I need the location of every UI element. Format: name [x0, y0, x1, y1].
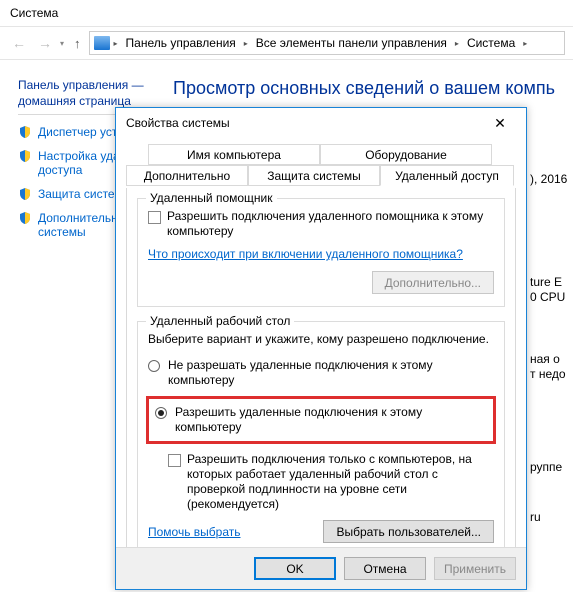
partial-text: ru — [530, 510, 541, 524]
shield-icon — [18, 125, 32, 139]
chevron-right-icon: ▸ — [455, 39, 459, 48]
cancel-button[interactable]: Отмена — [344, 557, 426, 580]
tab-advanced[interactable]: Дополнительно — [126, 165, 248, 186]
breadcrumb[interactable]: Панель управления — [122, 34, 240, 52]
checkbox-label: Разрешить подключения только с компьютер… — [187, 452, 494, 512]
breadcrumb[interactable]: Система — [463, 34, 519, 52]
radio-deny-connections[interactable]: Не разрешать удаленные подключения к это… — [148, 358, 494, 388]
radio-icon — [148, 360, 160, 372]
history-dropdown-icon[interactable]: ▾ — [60, 39, 64, 48]
partial-text: ture E — [530, 275, 562, 289]
select-users-button[interactable]: Выбрать пользователей... — [323, 520, 494, 543]
parent-window-title: Система — [0, 0, 573, 26]
checkbox-label: Разрешить подключения удаленного помощни… — [167, 209, 494, 239]
group-description: Выберите вариант и укажите, кому разреше… — [148, 332, 494, 346]
breadcrumb[interactable]: Все элементы панели управления — [252, 34, 451, 52]
tab-hardware[interactable]: Оборудование — [320, 144, 492, 165]
apply-button: Применить — [434, 557, 516, 580]
chevron-right-icon: ▸ — [523, 39, 527, 48]
up-button[interactable]: ↑ — [74, 36, 81, 51]
sidebar-item-label: доступа — [38, 163, 82, 177]
radio-label: Разрешить удаленные подключения к этому … — [175, 405, 487, 435]
radio-label: Не разрешать удаленные подключения к это… — [168, 358, 494, 388]
shield-icon — [18, 187, 32, 201]
chevron-right-icon: ▸ — [244, 39, 248, 48]
shield-icon — [18, 149, 32, 163]
partial-text: т недо — [530, 367, 566, 381]
sidebar-home-link[interactable]: Панель управления — — [18, 78, 155, 92]
group-remote-assistance: Удаленный помощник Разрешить подключения… — [137, 198, 505, 307]
partial-text: руппе — [530, 460, 562, 474]
partial-text: ), 2016 — [530, 172, 567, 186]
sidebar-item-label: Защита систем — [38, 187, 123, 201]
partial-text: 0 CPU — [530, 290, 565, 304]
radio-allow-connections[interactable]: Разрешить удаленные подключения к этому … — [155, 405, 487, 435]
checkbox-nla[interactable] — [168, 454, 181, 467]
explorer-toolbar: ← → ▾ ↑ ▸ Панель управления ▸ Все элемен… — [0, 26, 573, 60]
highlight-box: Разрешить удаленные подключения к этому … — [146, 396, 496, 444]
dialog-title: Свойства системы — [126, 116, 230, 130]
advanced-button: Дополнительно... — [372, 271, 494, 294]
close-icon: ✕ — [494, 115, 506, 132]
sidebar-item-label: системы — [38, 225, 86, 239]
sidebar-item-label: Диспетчер устр — [38, 125, 124, 139]
back-button: ← — [8, 32, 30, 54]
chevron-right-icon: ▸ — [114, 39, 118, 48]
group-title: Удаленный помощник — [146, 191, 277, 205]
shield-icon — [18, 211, 32, 225]
forward-button: → — [34, 32, 56, 54]
system-properties-dialog: Свойства системы ✕ Имя компьютера Оборуд… — [115, 107, 527, 590]
tab-system-protection[interactable]: Защита системы — [248, 165, 380, 186]
address-bar[interactable]: ▸ Панель управления ▸ Все элементы панел… — [89, 31, 565, 55]
dialog-titlebar[interactable]: Свойства системы ✕ — [116, 108, 526, 138]
link-help-choose[interactable]: Помочь выбрать — [148, 525, 241, 539]
ok-button[interactable]: OK — [254, 557, 336, 580]
dialog-button-bar: OK Отмена Применить — [116, 547, 526, 589]
tab-computer-name[interactable]: Имя компьютера — [148, 144, 320, 165]
tab-panel-remote: Удаленный помощник Разрешить подключения… — [126, 188, 516, 547]
checkbox-allow-remote-assistance[interactable] — [148, 211, 161, 224]
close-button[interactable]: ✕ — [480, 109, 520, 137]
page-title: Просмотр основных сведений о вашем компь — [173, 78, 555, 99]
sidebar-item-label: Настройка уда — [38, 149, 120, 163]
partial-text: ная о — [530, 352, 560, 366]
tabstrip: Имя компьютера Оборудование Дополнительн… — [126, 144, 516, 188]
tab-remote[interactable]: Удаленный доступ — [380, 165, 514, 186]
radio-icon — [155, 407, 167, 419]
sidebar-item-label: Дополнительн — [38, 211, 118, 225]
group-title: Удаленный рабочий стол — [146, 314, 294, 328]
group-remote-desktop: Удаленный рабочий стол Выберите вариант … — [137, 321, 505, 547]
computer-icon — [94, 36, 110, 50]
link-what-happens[interactable]: Что происходит при включении удаленного … — [148, 247, 463, 261]
